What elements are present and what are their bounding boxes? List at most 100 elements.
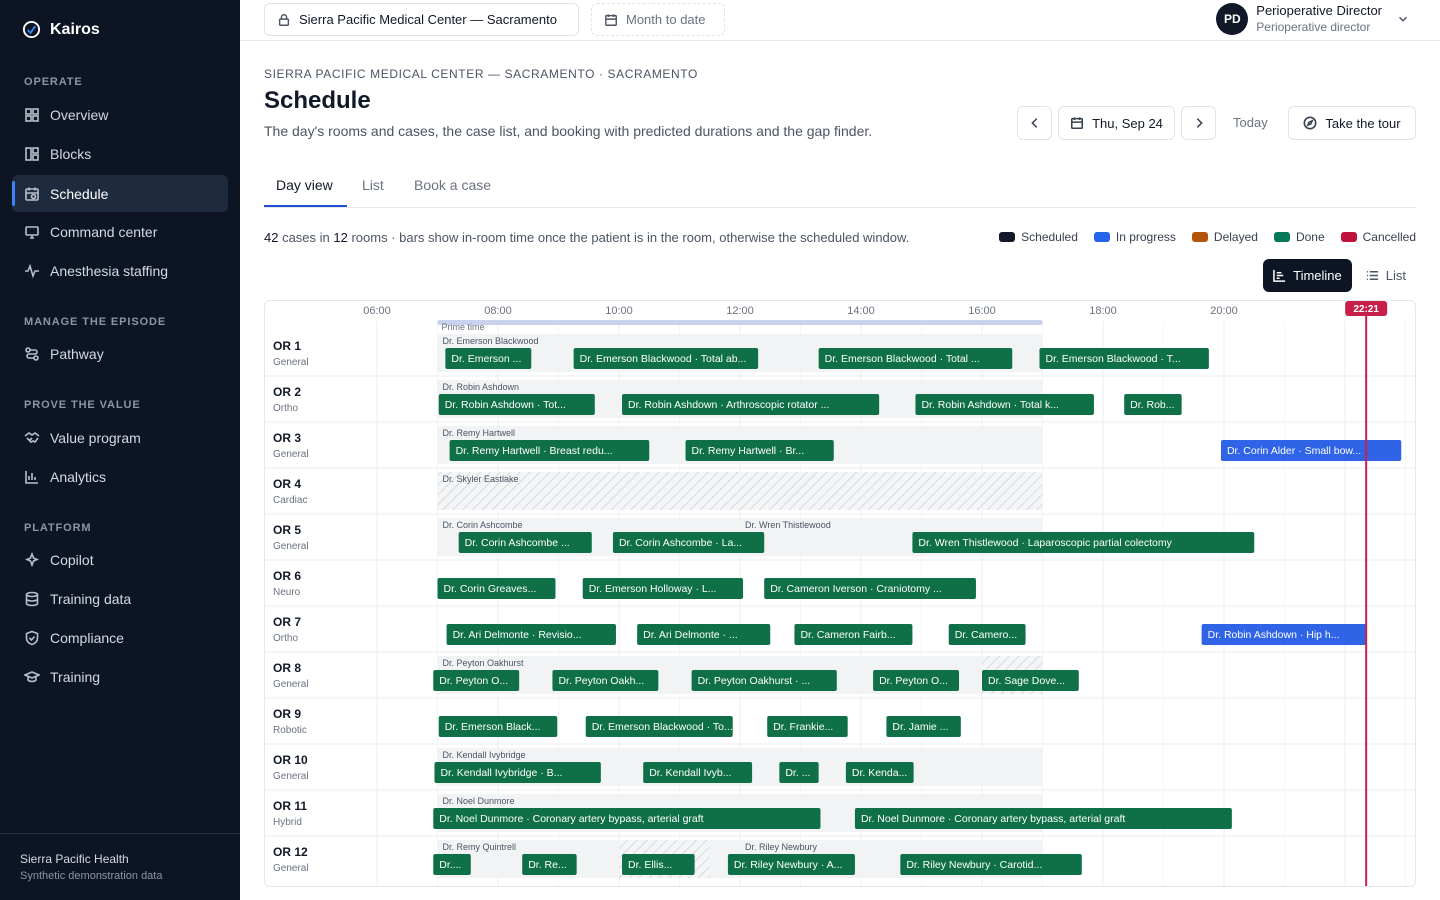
legend-item: Scheduled [999,230,1078,244]
blocks-icon [25,146,39,161]
case-bar-label: Dr. Re... [528,859,567,871]
sidebar-item-training[interactable]: Training [12,658,228,695]
today-button[interactable]: Today [1233,115,1268,130]
room-type: General [273,541,309,552]
case-bar-label: Dr. Cameron Iverson · Craniotomy ... [770,583,942,595]
case-bar-label: Dr. Robin Ashdown · Arthroscopic rotator… [628,399,829,411]
lock-icon [278,13,290,26]
case-bar-label: Dr. Camero... [955,629,1017,641]
room-name: OR 11 [273,799,307,813]
sidebar-item-label: Command center [50,223,158,240]
sidebar-item-compliance[interactable]: Compliance [12,619,228,656]
prev-day-button[interactable] [1017,106,1052,140]
case-bar-label: Dr. Peyton O... [879,675,948,687]
view-toggle: Timeline List [1263,259,1416,292]
sidebar-item-command-center[interactable]: Command center [12,213,228,250]
legend-label: Delayed [1213,230,1258,244]
sidebar-item-label: Copilot [50,551,94,568]
block-owner-label: Dr. Emerson Blackwood [443,336,539,346]
sidebar-item-value-program[interactable]: Value program [12,419,228,456]
hour-tick-label: 08:00 [484,305,512,317]
room-name: OR 4 [273,477,301,491]
tab-day-view[interactable]: Day view [276,177,333,193]
case-bar-label: Dr. Corin Ashcombe · La... [619,537,742,549]
list-view-label: List [1385,268,1406,283]
kairos-logo-icon [22,20,41,39]
room-type: General [273,771,309,782]
room-type: Hybrid [273,817,302,828]
case-bar-label: Dr. Corin Alder · Small bow... [1227,445,1361,457]
case-bar-label: Dr. Remy Hartwell · Breast redu... [456,445,613,457]
bar-chart-icon [25,470,38,484]
tab-book-a-case[interactable]: Book a case [414,177,491,193]
legend-label: Done [1295,230,1325,244]
room-type: Robotic [273,725,307,736]
nav-section-manage: MANAGE THE EPISODE [24,316,167,328]
case-bar-label: Dr.... [439,859,461,871]
sidebar-item-analytics[interactable]: Analytics [12,458,228,495]
case-bar-label: Dr. Frankie... [773,721,833,733]
sidebar-item-label: Training [50,668,101,685]
user-role: Perioperative director [1256,20,1371,34]
block-owner-label: Dr. Noel Dunmore [443,796,515,806]
case-bar-label: Dr. Cameron Fairb... [800,629,895,641]
breadcrumb: SIERRA PACIFIC MEDICAL CENTER — SACRAMEN… [264,67,698,81]
case-bar-label: Dr. Peyton Oakh... [558,675,644,687]
brand[interactable]: Kairos [22,20,100,39]
take-tour-button[interactable]: Take the tour [1288,106,1416,140]
case-bar-label: Dr. Kendall Ivybridge · B... [440,767,562,779]
timeline-view-button[interactable]: Timeline [1263,259,1352,292]
date-picker-button[interactable]: Thu, Sep 24 [1058,106,1175,140]
calendar-icon [1071,117,1084,130]
legend-swatch [1093,232,1110,242]
block-allocation [437,472,1043,510]
case-bar-label: Dr. Riley Newbury · A... [734,859,843,871]
block-owner-label: Dr. Peyton Oakhurst [443,658,525,668]
room-name: OR 9 [273,707,301,721]
timeline-canvas: 06:00 08:00 10:00 12:00 14:00 16:00 18:00 20:00… [265,301,1415,886]
legend-item: Delayed [1191,230,1258,244]
legend-item: In progress [1093,230,1176,244]
room-type: Cardiac [273,495,307,506]
summary-cases-text: cases in [278,230,334,245]
sidebar-item-label: Analytics [50,468,107,485]
sidebar-item-pathway[interactable]: Pathway [12,335,228,372]
next-day-button[interactable] [1181,106,1216,140]
sidebar-item-schedule[interactable]: Schedule [12,175,228,212]
page-title: Schedule [264,87,371,114]
case-bar-label: Dr. Kenda... [852,767,907,779]
room-count: 12 [333,230,348,245]
room-type: Ortho [273,403,298,414]
sidebar-item-training-data[interactable]: Training data [12,580,228,617]
period-selector[interactable]: Month to date [591,3,725,36]
case-bar-label: Dr. Emerson ... [451,353,521,365]
legend-swatch [1340,232,1357,242]
org-note: Synthetic demonstration data [20,870,163,882]
sidebar-item-copilot[interactable]: Copilot [12,541,228,578]
chevron-left-icon [1030,118,1037,128]
user-menu[interactable]: PD Perioperative Director Perioperative … [1216,3,1410,35]
prime-time-label: Prime time [442,322,485,332]
case-bar-label: Dr. Robin Ashdown · Hip h... [1208,629,1340,641]
case-bar-label: Dr. Emerson Blackwood · T... [1045,353,1180,365]
sidebar-item-blocks[interactable]: Blocks [12,135,228,172]
case-bar-label: Dr. Ari Delmonte · Revisio... [453,629,582,641]
room-timeline: 06:00 08:00 10:00 12:00 14:00 16:00 18:00 20:00… [264,300,1416,887]
room-name: OR 6 [273,569,301,583]
case-bar-label: Dr. Jamie ... [892,721,948,733]
chevron-right-icon [1196,118,1203,128]
facility-name: Sierra Pacific Medical Center — Sacramen… [299,12,557,27]
sidebar-item-anesthesia-staffing[interactable]: Anesthesia staffing [12,252,228,289]
database-icon [25,591,39,606]
room-name: OR 7 [273,615,301,629]
timeline-view-label: Timeline [1293,268,1342,283]
case-bar-label: Dr. Emerson Holloway · L... [589,583,717,595]
case-bar-label: Dr. Ellis... [628,859,672,871]
facility-selector[interactable]: Sierra Pacific Medical Center — Sacramen… [264,3,579,36]
case-bar-label: Dr. ... [785,767,810,779]
case-bar-label: Dr. Emerson Blackwood · To... [592,721,733,733]
case-count: 42 [264,230,279,245]
tab-list[interactable]: List [362,177,384,193]
list-view-button[interactable]: List [1356,259,1416,292]
sidebar-item-overview[interactable]: Overview [12,96,228,133]
